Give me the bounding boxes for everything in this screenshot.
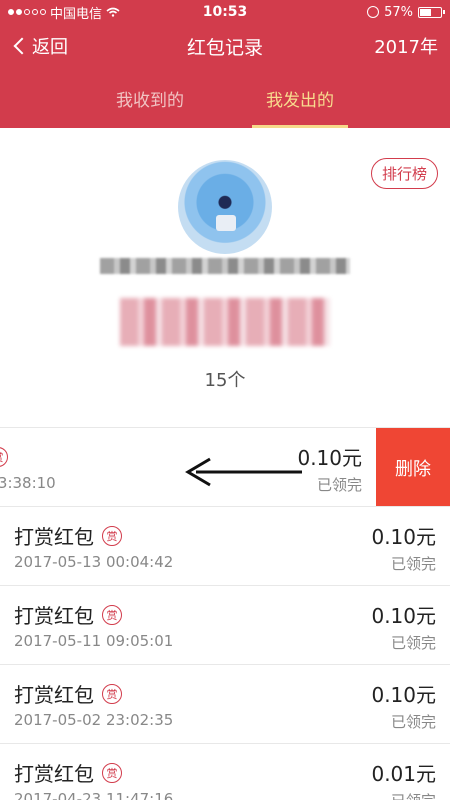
reward-badge-icon: 赏 (102, 604, 122, 625)
wifi-icon (106, 7, 120, 17)
row-amount: 0.10元 (371, 683, 436, 707)
page-title: 红包记录 (186, 36, 264, 59)
leaderboard-button[interactable]: 排行榜 (370, 158, 438, 189)
battery-icon (418, 6, 445, 18)
row-name: 打赏红包 赏 (14, 679, 122, 708)
status-right: 57% (367, 4, 445, 20)
signal-icon (8, 9, 46, 15)
row-date: 2017-05-13 00:04:42 (14, 553, 174, 571)
list-item[interactable]: 打赏红包 赏 2017-05-11 09:05:01 0.10元 已领完 (0, 586, 450, 665)
reward-badge-icon: 赏 (102, 525, 122, 546)
blurred-user-name (100, 258, 350, 274)
row-amount: 0.01元 (371, 762, 436, 786)
battery-fill (420, 8, 432, 16)
list-item[interactable]: 打赏红包 赏 2017-05-02 23:02:35 0.10元 已领完 (0, 665, 450, 744)
row-amount: 0.10元 (297, 446, 362, 470)
row-status: 已领完 (390, 555, 436, 573)
row-status: 已领完 (391, 790, 436, 800)
chevron-left-icon (13, 37, 31, 55)
row-name-text: 打赏红包 (14, 762, 94, 786)
row-status: 已领完 (390, 634, 436, 652)
battery-percent: 57% (384, 4, 413, 20)
back-label: 返回 (32, 37, 68, 58)
year-selector[interactable]: 2017年 (374, 33, 438, 59)
delete-button[interactable]: 删除 (376, 428, 450, 506)
nav-bar: 返回 红包记录 2017年 (0, 24, 450, 68)
blurred-total-amount (120, 298, 330, 346)
row-date: 2017-04-23 11:47:16 (14, 790, 174, 800)
packet-count: 15个 (204, 370, 246, 391)
row-name-text: 打赏红包 (14, 525, 94, 549)
row-name-text: 打赏红包 (14, 604, 94, 628)
tab-bar: 我收到的 我发出的 (0, 68, 450, 128)
row-name: 打赏红包 赏 (14, 758, 122, 787)
rotation-lock-icon (367, 6, 380, 18)
row-name: 打赏红包 赏 (14, 600, 122, 629)
tab-received[interactable]: 我收到的 (75, 68, 225, 128)
carrier-label: 中国电信 (50, 6, 103, 22)
avatar (178, 160, 272, 254)
app-header: 中国电信 10:53 57% 返回 红包记录 2017年 我收到的 我发出的 (0, 0, 450, 128)
row-status: 已领完 (316, 476, 362, 494)
row-name: 打赏红包 赏 (14, 521, 122, 550)
status-bar: 中国电信 10:53 57% (0, 0, 450, 24)
summary-panel: 排行榜 15个 (0, 128, 450, 428)
swipe-left-arrow-icon (185, 457, 302, 487)
row-date: 05-15 23:38:10 (0, 474, 56, 492)
row-date: 2017-05-02 23:02:35 (14, 711, 174, 729)
row-date: 2017-05-11 09:05:01 (14, 632, 174, 650)
status-time: 10:53 (202, 4, 248, 20)
status-left: 中国电信 (8, 3, 120, 22)
back-button[interactable]: 返回 (12, 33, 68, 59)
row-name: 红包 赏 (0, 442, 8, 471)
list-item[interactable]: 打赏红包 赏 2017-04-23 11:47:16 0.01元 已领完 (0, 744, 450, 800)
list-item[interactable]: 打赏红包 赏 2017-05-13 00:04:42 0.10元 已领完 (0, 507, 450, 586)
row-amount: 0.10元 (371, 525, 436, 549)
reward-badge-icon: 赏 (102, 683, 122, 704)
row-name-text: 打赏红包 (14, 683, 94, 707)
row-amount: 0.10元 (371, 604, 436, 628)
tab-sent[interactable]: 我发出的 (225, 68, 375, 128)
reward-badge-icon: 赏 (102, 762, 122, 783)
row-status: 已领完 (390, 713, 436, 731)
reward-badge-icon: 赏 (0, 446, 8, 467)
